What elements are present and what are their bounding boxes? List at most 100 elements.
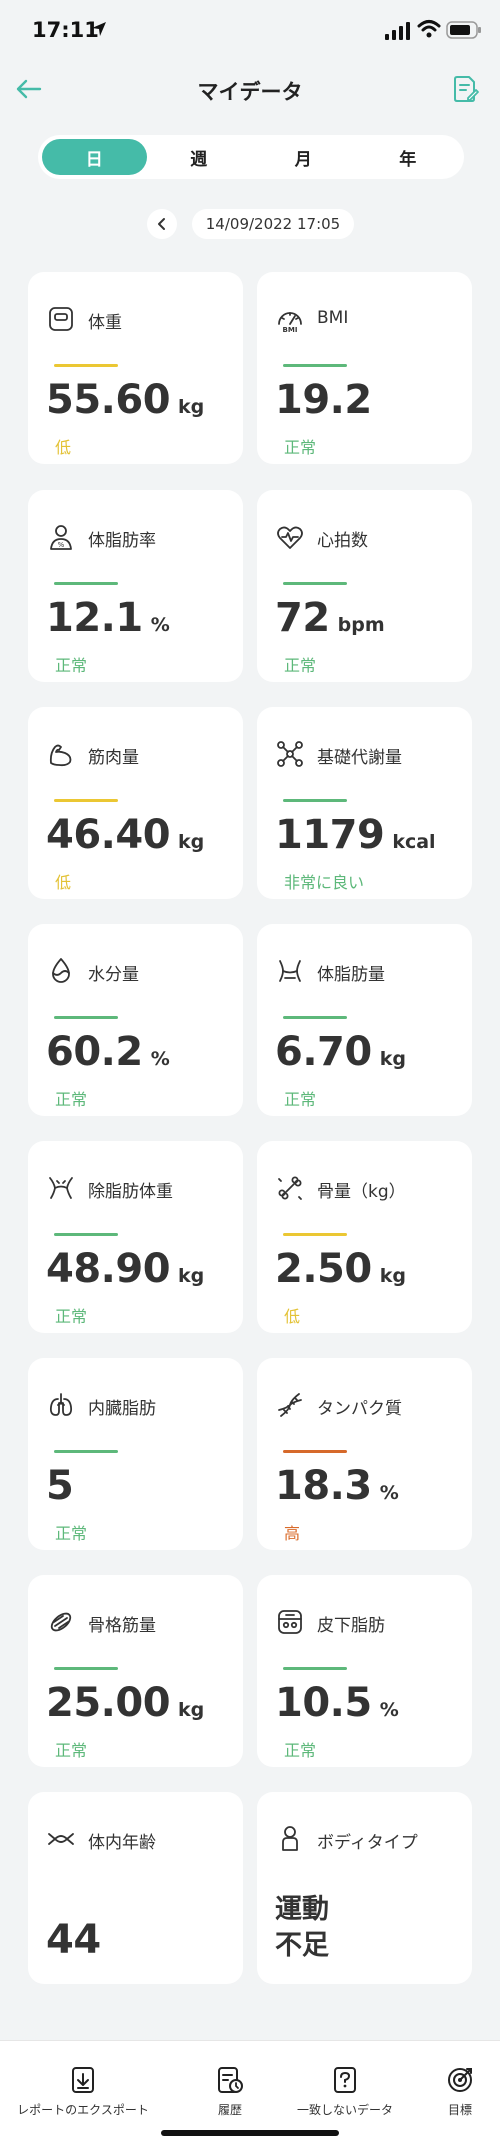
status-bar (283, 364, 347, 367)
metric-card[interactable]: % 体脂肪率 12.1% 正常 (28, 490, 243, 682)
header: マイデータ (0, 60, 500, 120)
tab-week[interactable]: 週 (147, 139, 252, 175)
metric-value-row: 46.40 kg (46, 812, 204, 858)
tab-day[interactable]: 日 (42, 139, 147, 175)
metric-unit: kcal (392, 831, 436, 853)
metric-label: 体内年齢 (88, 1833, 156, 1853)
status-time: 17:11 (32, 18, 99, 42)
metric-status: 低 (284, 1307, 301, 1326)
metric-value: 5 (46, 1463, 74, 1509)
wifi-icon (417, 20, 441, 38)
nav-label: 履歴 (217, 2103, 242, 2117)
metric-card[interactable]: 内臓脂肪 5 正常 (28, 1358, 243, 1550)
metric-card[interactable]: BMI BMI 19.2 正常 (257, 272, 472, 464)
metric-value: 12.1 (46, 595, 143, 641)
metric-card[interactable]: 水分量 60.2% 正常 (28, 924, 243, 1116)
metric-unit: kg (178, 1265, 205, 1287)
status-bar (283, 1450, 347, 1453)
status-bar: 17:11 (0, 0, 500, 60)
metric-value: 44 (46, 1917, 101, 1963)
metric-status: 高 (284, 1524, 301, 1543)
nav-label: 目標 (447, 2103, 472, 2117)
status-bar (283, 582, 347, 585)
nav-goal[interactable]: 目標 (425, 2043, 495, 2123)
status-bar (54, 364, 118, 367)
body-type-icon (282, 1826, 298, 1851)
edit-report-icon[interactable] (450, 74, 480, 104)
metric-card[interactable]: 骨量（kg） 2.50 kg 低 (257, 1141, 472, 1333)
svg-text:BMI: BMI (283, 326, 298, 334)
metric-card[interactable]: 体重 55.60 kg 低 (28, 272, 243, 464)
metric-card[interactable]: タンパク質 18.3% 高 (257, 1358, 472, 1550)
status-bar (54, 1450, 118, 1453)
metric-label: 体重 (88, 313, 122, 333)
metric-value: 19.2 (275, 377, 372, 423)
metric-value: 25.00 (46, 1680, 171, 1726)
status-bar (283, 799, 347, 802)
metric-label: 皮下脂肪 (317, 1616, 385, 1636)
chevron-left-icon (158, 218, 165, 230)
nav-history[interactable]: 履歴 (195, 2043, 265, 2123)
tab-month[interactable]: 月 (251, 139, 356, 175)
metric-value-row: 12.1% (46, 595, 170, 641)
metric-value-row: 48.90 kg (46, 1246, 204, 1292)
metric-card[interactable]: 心拍数 72 bpm 正常 (257, 490, 472, 682)
previous-date-button[interactable] (147, 209, 177, 239)
metric-status: 正常 (55, 1090, 88, 1109)
screen: 17:11 マイデータ 日 週 月 年 14/09/2022 17:05 体重 … (0, 0, 500, 2150)
history-icon (218, 2067, 243, 2093)
metric-label: ボディタイプ (317, 1833, 418, 1853)
date-display[interactable]: 14/09/2022 17:05 (192, 209, 354, 239)
body-age-icon (48, 1833, 74, 1845)
metric-card[interactable]: 筋肉量 46.40 kg 低 (28, 707, 243, 899)
metric-label: 筋肉量 (88, 748, 139, 768)
metric-value-row: 19.2 (275, 377, 372, 423)
nav-unmatched-data[interactable]: 一致しないデータ (285, 2043, 405, 2123)
status-bar (283, 1667, 347, 1670)
status-bar (283, 1016, 347, 1019)
metric-card[interactable]: 基礎代謝量 1179 kcal 非常に良い (257, 707, 472, 899)
skeletal-muscle-icon (50, 1612, 72, 1632)
tab-year[interactable]: 年 (356, 139, 461, 175)
metric-status: 正常 (55, 1741, 88, 1760)
metric-value-row: 60.2% (46, 1029, 170, 1075)
metric-value-row: 44 (46, 1917, 101, 1963)
metric-label: 内臓脂肪 (88, 1399, 156, 1419)
page-title: マイデータ (197, 80, 303, 104)
metric-card[interactable]: 皮下脂肪 10.5% 正常 (257, 1575, 472, 1767)
nav-label: レポートのエクスポート (17, 2103, 149, 2117)
metric-status: 正常 (284, 656, 317, 675)
metric-status: 低 (55, 438, 72, 457)
metric-value: 55.60 (46, 377, 171, 423)
bmi-gauge-icon: BMI (278, 312, 302, 334)
heart-rate-icon (277, 526, 303, 549)
metric-card[interactable]: 体脂肪量 6.70 kg 正常 (257, 924, 472, 1116)
metric-value-row: 5 (46, 1463, 74, 1509)
metric-status: 正常 (55, 656, 88, 675)
metric-unit: kg (178, 1699, 205, 1721)
metric-value: 72 (275, 595, 330, 641)
metric-unit: % (150, 614, 170, 636)
metric-status: 正常 (284, 1090, 317, 1109)
metric-unit: kg (379, 1048, 406, 1070)
metric-card[interactable]: ボディタイプ 運動 不足 (257, 1792, 472, 1984)
metric-value: 60.2 (46, 1029, 143, 1075)
metric-unit: % (379, 1699, 399, 1721)
metric-label: BMI (317, 308, 349, 328)
metric-label: 心拍数 (317, 531, 368, 551)
export-report-icon (72, 2067, 94, 2093)
metric-card[interactable]: 骨格筋量 25.00 kg 正常 (28, 1575, 243, 1767)
metric-card[interactable]: 体内年齢 44 (28, 1792, 243, 1984)
metric-label: 骨格筋量 (88, 1616, 156, 1636)
metric-status: 正常 (55, 1524, 88, 1543)
metric-value-row: 2.50 kg (275, 1246, 406, 1292)
body-fat-icon: % (50, 525, 72, 550)
status-bar (54, 1667, 118, 1670)
metric-unit: % (379, 1482, 399, 1504)
metric-card[interactable]: 除脂肪体重 48.90 kg 正常 (28, 1141, 243, 1333)
metric-value-row: 55.60 kg (46, 377, 204, 423)
nav-label: 一致しないデータ (296, 2103, 393, 2117)
nav-export-report[interactable]: レポートのエクスポート (8, 2043, 158, 2123)
metric-value-row: 72 bpm (275, 595, 385, 641)
metric-value-row: 6.70 kg (275, 1029, 406, 1075)
